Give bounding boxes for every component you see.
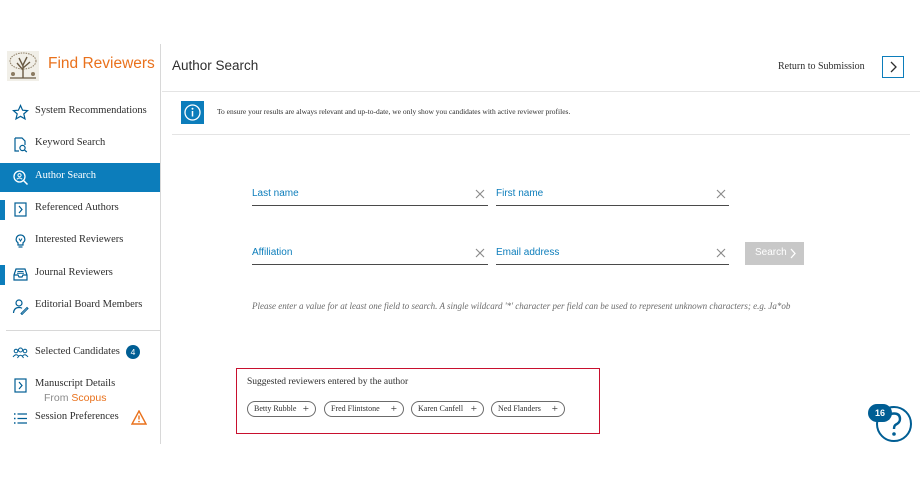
document-arrow-icon xyxy=(14,202,27,217)
chevron-right-icon xyxy=(890,61,897,73)
scopus-label: Scopus xyxy=(71,392,107,404)
clear-icon[interactable] xyxy=(474,188,486,200)
page-title: Author Search xyxy=(172,58,259,73)
sidebar-item-label: Referenced Authors xyxy=(35,202,119,213)
header-divider xyxy=(162,91,920,92)
search-button-label: Search xyxy=(755,247,787,258)
sidebar-divider xyxy=(6,330,160,331)
suggested-reviewers-panel: Suggested reviewers entered by the autho… xyxy=(236,368,600,434)
chevron-right-icon xyxy=(790,248,796,259)
email-field xyxy=(496,245,729,265)
return-button[interactable] xyxy=(882,56,904,78)
add-icon: + xyxy=(390,403,397,415)
add-icon: + xyxy=(551,403,558,415)
last-name-input[interactable] xyxy=(252,188,462,199)
list-icon xyxy=(14,413,27,424)
sidebar-item-editorial-board-members[interactable]: Editorial Board Members xyxy=(0,292,160,321)
suggested-reviewers-title: Suggested reviewers entered by the autho… xyxy=(247,377,409,387)
add-icon: + xyxy=(302,403,309,415)
info-message: To ensure your results are always releva… xyxy=(217,107,571,116)
clear-icon[interactable] xyxy=(474,247,486,259)
email-input[interactable] xyxy=(496,247,706,258)
sidebar: Find Reviewers System Recommendations Ke… xyxy=(0,44,161,444)
affiliation-input[interactable] xyxy=(252,247,462,258)
banner-divider xyxy=(172,134,910,135)
sidebar-item-label: Interested Reviewers xyxy=(35,234,124,245)
sidebar-item-label: Selected Candidates xyxy=(35,346,120,357)
info-icon xyxy=(181,101,204,124)
reviewer-chip[interactable]: Betty Rubble + xyxy=(247,401,316,417)
sidebar-item-label: Keyword Search xyxy=(35,137,106,148)
warning-icon xyxy=(131,410,147,425)
document-arrow-icon xyxy=(14,378,27,393)
clear-icon[interactable] xyxy=(715,247,727,259)
search-button[interactable]: Search xyxy=(745,242,804,265)
from-scopus-footer: From Scopus xyxy=(44,392,106,404)
sidebar-item-interested-reviewers[interactable]: Interested Reviewers xyxy=(0,227,160,256)
reviewer-chip[interactable]: Karen Canfell + xyxy=(411,401,484,417)
sidebar-item-label: Journal Reviewers xyxy=(35,267,113,278)
sidebar-item-keyword-search[interactable]: Keyword Search xyxy=(0,130,160,159)
reviewer-name: Betty Rubble xyxy=(254,404,297,413)
star-icon xyxy=(12,104,29,121)
sidebar-item-author-search[interactable]: Author Search xyxy=(0,163,160,192)
lightbulb-icon xyxy=(15,234,26,248)
sidebar-item-label: System Recommendations xyxy=(35,105,147,116)
reviewer-name: Karen Canfell xyxy=(418,404,464,413)
reviewer-name: Ned Flanders xyxy=(498,404,541,413)
sidebar-item-label: Author Search xyxy=(35,170,96,181)
clear-icon[interactable] xyxy=(715,188,727,200)
first-name-input[interactable] xyxy=(496,188,706,199)
first-name-field xyxy=(496,186,729,206)
app-brand: Find Reviewers xyxy=(6,50,156,82)
sidebar-item-label: Manuscript Details xyxy=(35,378,116,389)
last-name-field xyxy=(252,186,488,206)
reviewer-chip[interactable]: Ned Flanders + xyxy=(491,401,565,417)
sidebar-item-journal-reviewers[interactable]: Journal Reviewers xyxy=(0,260,160,289)
inbox-icon xyxy=(13,268,28,281)
sidebar-item-system-recommendations[interactable]: System Recommendations xyxy=(0,98,160,127)
sidebar-item-label: Session Preferences xyxy=(35,411,119,422)
document-search-icon xyxy=(14,137,28,153)
affiliation-field xyxy=(252,245,488,265)
group-icon xyxy=(12,347,29,359)
selected-count-badge: 4 xyxy=(126,345,140,359)
sidebar-item-session-preferences[interactable]: Session Preferences xyxy=(0,404,160,433)
help-notification-badge: 16 xyxy=(868,404,892,422)
reviewer-name: Fred Flintstone xyxy=(331,404,380,413)
reviewer-chip[interactable]: Fred Flintstone + xyxy=(324,401,404,417)
magnifier-icon xyxy=(13,170,29,186)
person-edit-icon xyxy=(12,299,29,315)
return-to-submission-link[interactable]: Return to Submission xyxy=(778,61,865,72)
add-icon: + xyxy=(470,403,477,415)
from-label: From xyxy=(44,392,69,404)
elsevier-tree-logo xyxy=(7,51,39,81)
sidebar-item-label: Editorial Board Members xyxy=(35,299,143,310)
sidebar-item-selected-candidates[interactable]: Selected Candidates 4 xyxy=(0,339,160,368)
search-hint: Please enter a value for at least one fi… xyxy=(252,301,791,311)
sidebar-item-referenced-authors[interactable]: Referenced Authors xyxy=(0,195,160,224)
app-title: Find Reviewers xyxy=(48,55,155,72)
